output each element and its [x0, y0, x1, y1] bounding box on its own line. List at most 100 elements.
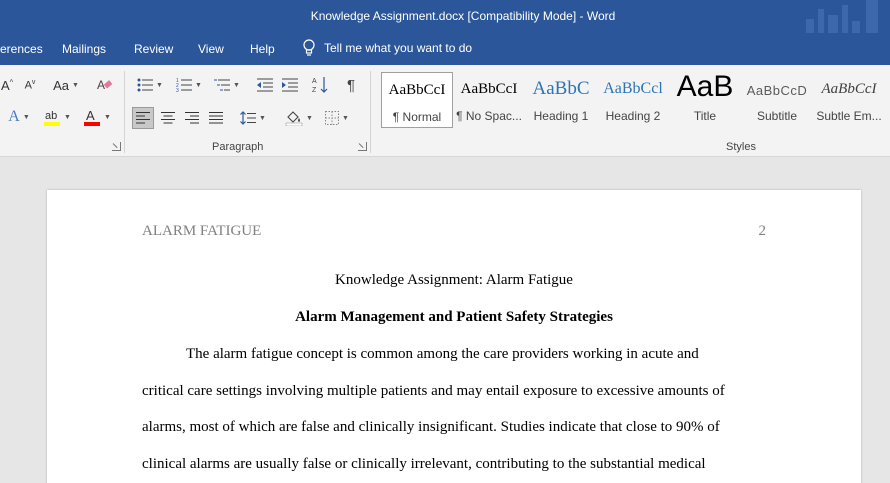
chevron-down-icon: ▼	[342, 114, 349, 122]
tab-mailings[interactable]: Mailings	[62, 42, 106, 56]
chevron-down-icon: ▼	[22, 113, 30, 121]
eraser-icon: A	[97, 78, 113, 92]
chevron-down-icon: ▼	[104, 113, 111, 121]
borders-button[interactable]: ▼	[320, 107, 354, 129]
chevron-down-icon: ▼	[156, 81, 163, 89]
shrink-font-icon: Av	[24, 78, 36, 92]
ribbon: A^ Av Aa ▼ A A ▼ ab ▼ A ▼ ▼ 1 2 3 ▼ ▼ A …	[0, 65, 890, 157]
align-right-button[interactable]	[181, 107, 203, 129]
line-spacing-button[interactable]: ▼	[236, 107, 270, 129]
shading-button[interactable]: ▼	[282, 107, 316, 129]
style-sample: AaBbCcD	[746, 83, 808, 98]
lightbulb-icon	[303, 39, 315, 56]
title-bar-decoration	[800, 0, 890, 33]
show-hide-marks-button[interactable]: ¶	[341, 75, 361, 95]
justify-icon	[209, 112, 223, 124]
sort-icon: A Z	[312, 77, 328, 94]
style-sample: AaBbC	[532, 78, 590, 99]
numbered-list-icon: 1 2 3	[176, 78, 193, 92]
increase-indent-button[interactable]	[280, 75, 300, 95]
style-sample: AaBbCcI	[388, 82, 446, 98]
font-dialog-launcher-icon[interactable]	[112, 142, 121, 151]
bullets-button[interactable]: ▼	[133, 75, 167, 95]
style-name: Heading 1	[533, 109, 589, 123]
text-effects-button[interactable]: A ▼	[2, 107, 36, 127]
document-heading: Alarm Management and Patient Safety Stra…	[295, 309, 613, 325]
borders-icon	[325, 111, 340, 125]
multilevel-list-icon	[214, 79, 231, 91]
numbering-button[interactable]: 1 2 3 ▼	[172, 75, 206, 95]
pilcrow-icon: ¶	[346, 76, 356, 94]
svg-text:Z: Z	[312, 87, 317, 94]
decrease-indent-button[interactable]	[255, 75, 275, 95]
decrease-indent-icon	[257, 78, 273, 92]
chevron-down-icon: ▼	[195, 81, 202, 89]
paint-bucket-icon	[285, 111, 303, 126]
style-name: ¶ No Spac...	[456, 109, 522, 123]
svg-text:A: A	[97, 78, 105, 92]
svg-text:A: A	[312, 78, 317, 85]
align-left-button[interactable]	[132, 107, 154, 129]
style-sample: AaBbCcI	[460, 81, 518, 97]
highlight-color-button[interactable]: ab ▼	[40, 107, 74, 127]
style-normal[interactable]: AaBbCcI ¶ Normal	[381, 72, 453, 128]
document-canvas[interactable]: ALARM FATIGUE 2 Knowledge Assignment: Al…	[0, 157, 890, 483]
chevron-down-icon: ▼	[71, 81, 79, 89]
svg-text:3: 3	[176, 88, 179, 92]
align-left-icon	[136, 112, 150, 124]
page-number: 2	[758, 223, 767, 239]
style-name: Subtle Em...	[816, 109, 882, 123]
align-center-button[interactable]	[157, 107, 179, 129]
window-title: Knowledge Assignment.docx [Compatibility…	[310, 9, 616, 23]
style-sample: AaBbCcI	[821, 81, 877, 97]
paragraph-group-label: Paragraph	[212, 141, 264, 153]
group-separator	[370, 71, 371, 153]
chevron-down-icon: ▼	[233, 81, 240, 89]
style-sample: AaB	[676, 70, 734, 103]
shrink-font-button[interactable]: Av	[22, 75, 38, 95]
style-name: ¶ Normal	[392, 110, 442, 124]
style-no-spacing[interactable]: AaBbCcI ¶ No Spac...	[453, 72, 525, 128]
align-center-icon	[161, 112, 175, 124]
svg-text:ab: ab	[45, 110, 57, 122]
tab-review[interactable]: Review	[134, 42, 173, 56]
style-heading-2[interactable]: AaBbCcl Heading 2	[597, 72, 669, 128]
running-header: ALARM FATIGUE	[142, 223, 262, 239]
line-spacing-icon	[240, 111, 257, 125]
tell-me-label: Tell me what you want to do	[324, 41, 473, 55]
tab-view[interactable]: View	[198, 42, 224, 56]
body-text-line: critical care settings involving multipl…	[142, 383, 725, 399]
grow-font-button[interactable]: A^	[0, 75, 14, 95]
grow-font-icon: A^	[1, 77, 13, 93]
styles-gallery: AaBbCcI ¶ Normal AaBbCcI ¶ No Spac... Aa…	[378, 70, 890, 132]
paragraph-dialog-launcher-icon[interactable]	[358, 142, 367, 151]
document-page[interactable]: ALARM FATIGUE 2 Knowledge Assignment: Al…	[47, 190, 861, 483]
body-text-line: alarms, most of which are false and clin…	[142, 419, 720, 435]
sort-button[interactable]: A Z	[310, 75, 330, 95]
style-sample: AaBbCcl	[603, 80, 663, 97]
style-heading-1[interactable]: AaBbC Heading 1	[525, 72, 597, 128]
svg-text:A: A	[86, 108, 95, 123]
align-right-icon	[185, 112, 199, 124]
chevron-down-icon: ▼	[306, 114, 313, 122]
multilevel-list-button[interactable]: ▼	[210, 75, 244, 95]
bullet-list-icon	[137, 78, 154, 92]
increase-indent-icon	[282, 78, 298, 92]
tab-references[interactable]: erences	[0, 42, 43, 56]
highlighter-icon: ab	[44, 110, 61, 126]
justify-button[interactable]	[205, 107, 227, 129]
chevron-down-icon: ▼	[64, 113, 71, 121]
change-case-button[interactable]: Aa ▼	[50, 75, 82, 95]
tab-help[interactable]: Help	[250, 42, 275, 56]
chevron-down-icon: ▼	[259, 114, 266, 122]
title-bar: Knowledge Assignment.docx [Compatibility…	[0, 0, 890, 33]
text-effects-icon: A	[8, 108, 20, 125]
ribbon-tabs: erences Mailings Review View Help Tell m…	[0, 33, 890, 65]
style-subtitle[interactable]: AaBbCcD Subtitle	[741, 72, 813, 128]
font-color-button[interactable]: A ▼	[80, 107, 114, 127]
style-subtle-emphasis[interactable]: AaBbCcI Subtle Em...	[813, 72, 885, 128]
style-title[interactable]: AaB Title	[669, 70, 741, 128]
document-title: Knowledge Assignment: Alarm Fatigue	[335, 272, 573, 288]
clear-formatting-button[interactable]: A	[94, 75, 116, 95]
tell-me-search[interactable]: Tell me what you want to do	[302, 39, 472, 57]
